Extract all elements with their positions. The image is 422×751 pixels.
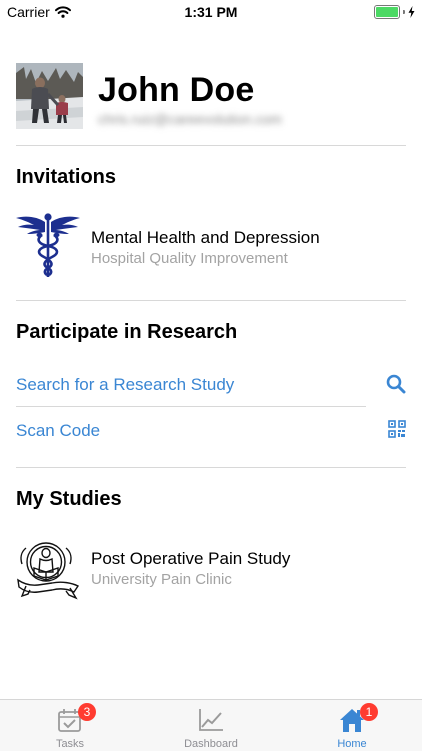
scan-code-link[interactable]: Scan Code xyxy=(16,421,100,441)
tab-tasks[interactable]: 3 Tasks xyxy=(0,700,140,751)
profile-name: John Doe xyxy=(98,71,255,109)
charging-bolt-icon xyxy=(408,6,415,18)
avatar[interactable] xyxy=(16,63,83,129)
tab-label: Home xyxy=(337,738,367,750)
divider xyxy=(16,300,406,301)
research-heading: Participate in Research xyxy=(16,321,238,343)
my-studies-heading: My Studies xyxy=(16,488,122,510)
invitation-item[interactable]: Mental Health and Depression Hospital Qu… xyxy=(0,205,422,287)
battery-indicator xyxy=(374,5,415,19)
qr-code-icon[interactable] xyxy=(388,420,406,438)
tab-home[interactable]: 1 Home xyxy=(282,700,422,751)
invitation-title: Mental Health and Depression xyxy=(91,228,320,247)
profile-email: chris.ruiz@careevolution.com xyxy=(98,111,282,127)
status-time: 1:31 PM xyxy=(184,4,238,20)
search-icon[interactable] xyxy=(386,374,406,394)
chart-line-icon xyxy=(199,709,223,731)
study-subtitle: University Pain Clinic xyxy=(91,571,232,588)
scan-code-row[interactable]: Scan Code xyxy=(0,407,422,451)
home-badge: 1 xyxy=(360,703,378,721)
divider xyxy=(16,145,406,146)
invitation-subtitle: Hospital Quality Improvement xyxy=(91,250,288,267)
tab-dashboard[interactable]: Dashboard xyxy=(141,700,281,751)
study-item[interactable]: Post Operative Pain Study University Pai… xyxy=(0,528,422,608)
status-bar: Carrier 1:31 PM xyxy=(0,0,422,24)
reader-emblem-icon xyxy=(17,542,80,600)
search-study-link[interactable]: Search for a Research Study xyxy=(16,375,234,395)
invitations-heading: Invitations xyxy=(16,166,117,188)
divider xyxy=(16,467,406,468)
tab-bar: 3 Tasks Dashboard 1 Home xyxy=(0,699,422,751)
tasks-badge: 3 xyxy=(78,703,96,721)
caduceus-icon xyxy=(16,213,80,277)
battery-icon xyxy=(374,5,400,19)
search-study-row[interactable]: Search for a Research Study xyxy=(0,362,422,406)
profile-header[interactable]: John Doe chris.ruiz@careevolution.com xyxy=(16,63,406,129)
study-title: Post Operative Pain Study xyxy=(91,549,291,568)
tab-label: Dashboard xyxy=(184,738,238,750)
tab-label: Tasks xyxy=(55,738,85,750)
